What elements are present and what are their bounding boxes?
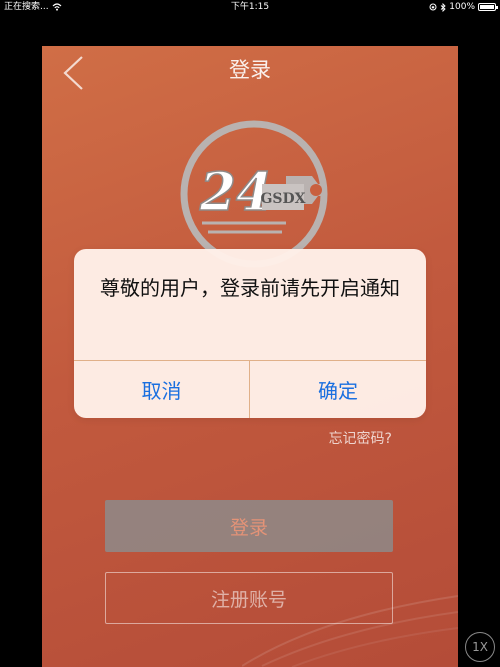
register-button[interactable]: 注册账号 bbox=[105, 572, 393, 624]
alert-message: 尊敬的用户，登录前请先开启通知 bbox=[100, 276, 400, 300]
confirm-button[interactable]: 确定 bbox=[250, 361, 426, 418]
notification-alert: 尊敬的用户，登录前请先开启通知 取消 确定 bbox=[74, 249, 426, 418]
logo-text: GSDX bbox=[260, 191, 305, 207]
status-time: 下午1:15 bbox=[230, 2, 270, 12]
status-bar: 正在搜索... 下午1:15 100% bbox=[0, 0, 500, 14]
battery-icon bbox=[478, 3, 498, 11]
status-right: 100% bbox=[429, 0, 498, 14]
orientation-lock-icon bbox=[429, 3, 437, 11]
page-title: 登录 bbox=[229, 58, 271, 82]
battery-percent: 100% bbox=[449, 2, 475, 12]
battery-fill bbox=[480, 5, 494, 9]
cancel-button[interactable]: 取消 bbox=[74, 361, 249, 418]
forgot-password-link[interactable]: 忘记密码? bbox=[329, 428, 392, 448]
login-button[interactable]: 登录 bbox=[105, 500, 393, 552]
wrench-logo-icon: 24 GSDX bbox=[180, 120, 328, 268]
bluetooth-icon bbox=[440, 2, 446, 12]
zoom-badge[interactable]: 1X bbox=[465, 632, 495, 662]
